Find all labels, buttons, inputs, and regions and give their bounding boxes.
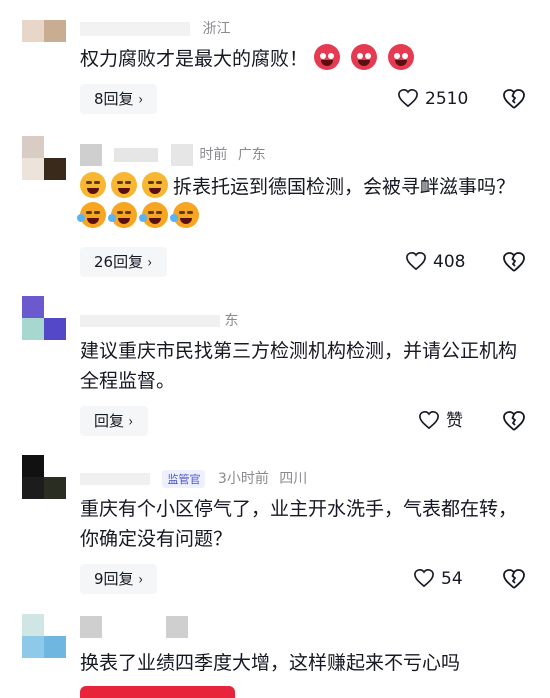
laugh-cry-emoji-icon: [139, 202, 168, 228]
comment-text-content: 建议重庆市民找第三方检测机构检测，并请公正机构全程监督。: [80, 340, 518, 392]
replies-count: 9回复: [94, 570, 134, 588]
replies-button[interactable]: 26回复 ›: [80, 247, 167, 277]
location-label: 浙江: [202, 21, 231, 37]
like-button[interactable]: 54: [413, 564, 463, 594]
like-count: 408: [433, 252, 466, 272]
laugh-cry-emoji-icon: [170, 202, 199, 228]
comment-text-content: 拆表托运到德国检测，会被寻衅滋事吗？: [173, 176, 516, 198]
like-button[interactable]: 408: [405, 247, 465, 277]
broken-heart-icon: [503, 569, 525, 589]
broken-heart-icon: [503, 252, 525, 272]
broken-heart-icon: [503, 411, 525, 431]
comment-meta: 时前 广东: [80, 144, 266, 166]
comment-text: 建议重庆市民找第三方检测机构检测，并请公正机构全程监督。: [80, 336, 530, 396]
angry-emoji-icon: [388, 44, 415, 70]
comment-meta: 东: [80, 310, 238, 330]
time-label: 3小时前: [217, 471, 269, 487]
username-redacted[interactable]: [80, 22, 190, 36]
comment-text: 重庆有个小区停气了，业主开水洗手，气表都在转，你确定没有问题？: [80, 494, 530, 554]
username-redacted[interactable]: [114, 148, 159, 162]
dislike-button[interactable]: [502, 409, 526, 433]
heart-outline-icon: [419, 410, 439, 430]
angry-emoji-icon: [314, 44, 341, 70]
replies-button[interactable]: 回复 ›: [80, 406, 148, 436]
laugh-emoji-icon: [80, 172, 106, 198]
laugh-emoji-icon: [111, 172, 137, 198]
comment-text: 权力腐败才是最大的腐败！: [80, 44, 530, 74]
comment-meta: 监管官 3小时前 四川: [80, 468, 307, 488]
username-redacted[interactable]: [80, 315, 220, 327]
laugh-cry-emoji-icon: [77, 202, 106, 228]
location-label: 广东: [237, 147, 266, 163]
replies-count: 回复: [94, 412, 125, 430]
status-badge: 监管官: [162, 470, 206, 488]
avatar[interactable]: [22, 296, 66, 340]
avatar[interactable]: [22, 136, 66, 180]
comment-meta: 浙江: [80, 18, 230, 38]
laugh-emoji-icon: [142, 172, 168, 198]
dislike-button[interactable]: [502, 250, 526, 274]
location-label: 东: [224, 313, 239, 329]
avatar[interactable]: [22, 20, 66, 64]
time-label: 时前: [199, 147, 228, 163]
comment-text: 拆表托运到德国检测，会被寻衅滋事吗？: [77, 172, 530, 232]
like-count: 2510: [425, 89, 469, 109]
like-count: 54: [441, 569, 463, 589]
comment-meta: [80, 616, 196, 638]
username-redacted[interactable]: [166, 616, 189, 638]
heart-outline-icon: [398, 88, 418, 108]
username-redacted[interactable]: [80, 144, 102, 166]
username-redacted[interactable]: [80, 616, 102, 638]
username-redacted[interactable]: [170, 144, 193, 166]
comment-text-content: 权力腐败才是最大的腐败！: [80, 48, 309, 70]
laugh-cry-emoji-icon: [108, 202, 137, 228]
avatar[interactable]: [22, 455, 66, 499]
chevron-right-icon: ›: [138, 572, 143, 588]
angry-emoji-icon: [351, 44, 378, 70]
replies-button[interactable]: 8回复 ›: [80, 84, 158, 114]
avatar[interactable]: [22, 614, 66, 658]
replies-button[interactable]: 9回复 ›: [80, 564, 158, 594]
comment-text-content: 重庆有个小区停气了，业主开水洗手，气表都在转，你确定没有问题？: [80, 498, 518, 550]
username-redacted[interactable]: [80, 473, 150, 485]
dislike-button[interactable]: [502, 87, 526, 111]
comment-text: 换表了业绩四季度大增，这样赚起来不亏心吗: [80, 648, 530, 678]
chevron-right-icon: ›: [138, 92, 143, 108]
chevron-right-icon: ›: [147, 255, 153, 271]
like-button[interactable]: 赞: [418, 406, 463, 436]
dislike-button[interactable]: [502, 567, 526, 591]
replies-count: 26回复: [94, 253, 144, 271]
comment-text-content: 换表了业绩四季度大增，这样赚起来不亏心吗: [80, 652, 461, 674]
red-banner[interactable]: [80, 686, 235, 698]
like-button[interactable]: 2510: [397, 84, 468, 114]
heart-outline-icon: [406, 251, 426, 271]
chevron-right-icon: ›: [128, 414, 134, 430]
location-label: 四川: [279, 471, 308, 487]
replies-count: 8回复: [94, 90, 134, 108]
heart-outline-icon: [414, 568, 434, 588]
broken-heart-icon: [503, 89, 525, 109]
like-count: 赞: [446, 411, 463, 431]
